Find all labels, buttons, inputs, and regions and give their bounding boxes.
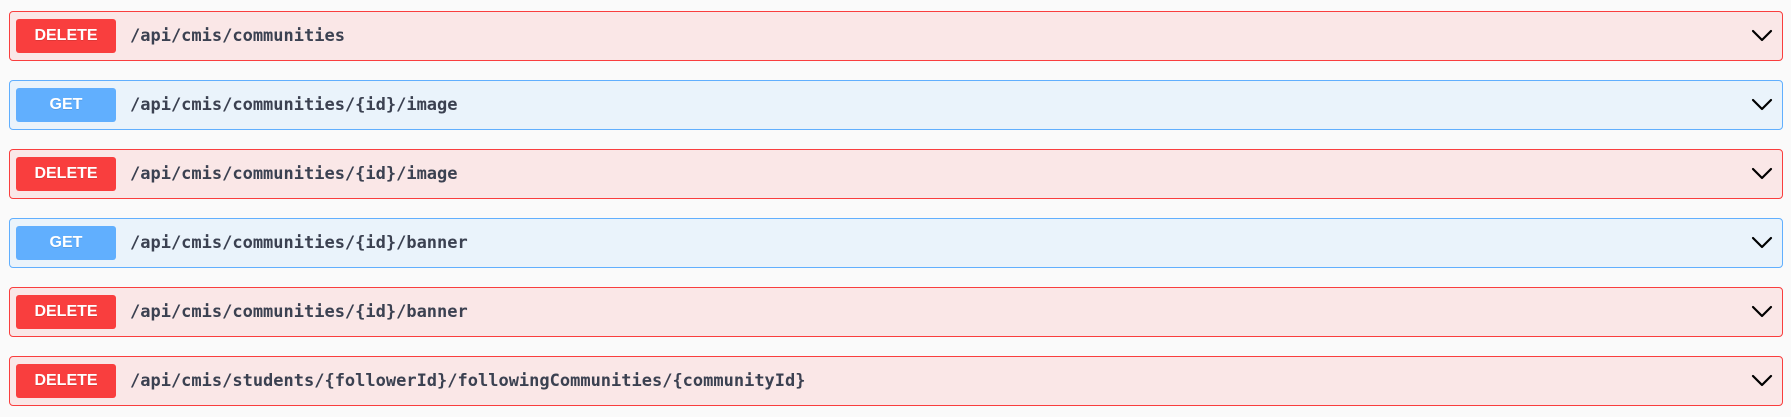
operation-path: /api/cmis/students/{followerId}/followin… (130, 371, 806, 391)
operation-delete-communities[interactable]: DELETE /api/cmis/communities (9, 11, 1783, 61)
operation-path: /api/cmis/communities/{id}/banner (130, 233, 468, 253)
operations-list: DELETE /api/cmis/communities GET /api/cm… (9, 11, 1783, 406)
method-badge: DELETE (16, 19, 116, 53)
operation-get-community-banner[interactable]: GET /api/cmis/communities/{id}/banner (9, 218, 1783, 268)
operation-delete-community-banner[interactable]: DELETE /api/cmis/communities/{id}/banner (9, 287, 1783, 337)
chevron-down-icon[interactable] (1748, 229, 1776, 257)
operation-path: /api/cmis/communities (130, 26, 345, 46)
operation-path: /api/cmis/communities/{id}/banner (130, 302, 468, 322)
operation-delete-following-community[interactable]: DELETE /api/cmis/students/{followerId}/f… (9, 356, 1783, 406)
chevron-down-icon[interactable] (1748, 367, 1776, 395)
operation-get-community-image[interactable]: GET /api/cmis/communities/{id}/image (9, 80, 1783, 130)
method-badge: GET (16, 226, 116, 260)
chevron-down-icon[interactable] (1748, 91, 1776, 119)
method-badge: DELETE (16, 157, 116, 191)
chevron-down-icon[interactable] (1748, 22, 1776, 50)
method-badge: DELETE (16, 295, 116, 329)
operation-path: /api/cmis/communities/{id}/image (130, 164, 458, 184)
chevron-down-icon[interactable] (1748, 160, 1776, 188)
method-badge: DELETE (16, 364, 116, 398)
method-badge: GET (16, 88, 116, 122)
operation-delete-community-image[interactable]: DELETE /api/cmis/communities/{id}/image (9, 149, 1783, 199)
operation-path: /api/cmis/communities/{id}/image (130, 95, 458, 115)
chevron-down-icon[interactable] (1748, 298, 1776, 326)
